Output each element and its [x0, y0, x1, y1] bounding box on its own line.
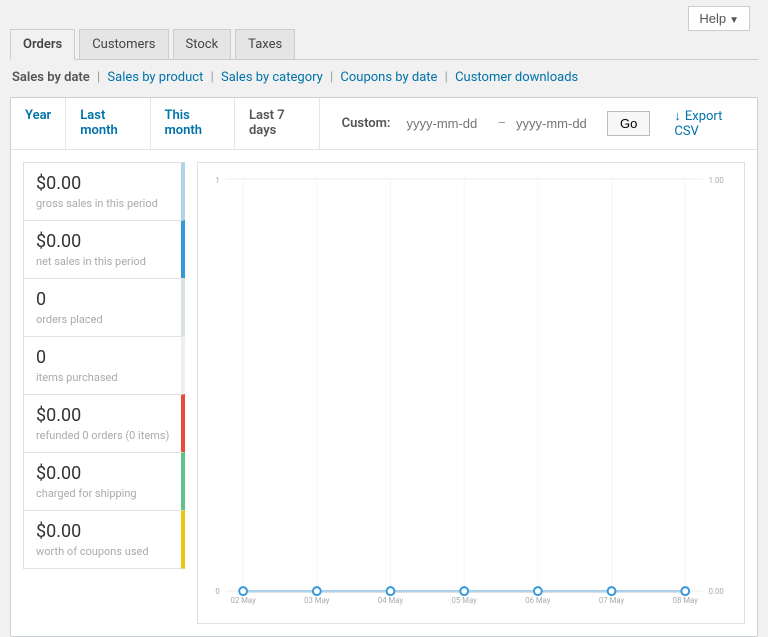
stat-value: 0 — [36, 347, 171, 368]
svg-text:04 May: 04 May — [378, 596, 404, 605]
divider: | — [327, 70, 337, 85]
svg-text:03 May: 03 May — [304, 596, 330, 605]
sub-tab-sales-by-category[interactable]: Sales by category — [221, 70, 323, 85]
main-tab-stock[interactable]: Stock — [173, 29, 232, 60]
stat-label: gross sales in this period — [36, 197, 171, 210]
main-tab-orders[interactable]: Orders — [10, 29, 75, 60]
svg-text:05 May: 05 May — [452, 596, 478, 605]
custom-range-group: Custom: – Go — [320, 98, 661, 149]
stat-value: $0.00 — [36, 463, 171, 484]
help-label: Help — [699, 11, 726, 26]
stat-card-2[interactable]: 0 orders placed — [23, 278, 185, 337]
report-panel: YearLast monthThis monthLast 7 days Cust… — [10, 97, 758, 637]
stat-value: $0.00 — [36, 405, 171, 426]
stat-card-6[interactable]: $0.00 worth of coupons used — [23, 510, 185, 569]
svg-text:0.00: 0.00 — [709, 587, 724, 596]
chart-container: 1 0 1.00 0.00 02 May 03 May 04 May 05 May 06 May… — [197, 162, 745, 624]
stat-card-3[interactable]: 0 items purchased — [23, 336, 185, 395]
sales-chart: 1 0 1.00 0.00 02 May 03 May 04 May 05 May 06 May… — [210, 175, 732, 611]
date-to-input[interactable] — [514, 112, 599, 135]
custom-label: Custom: — [330, 116, 397, 131]
date-from-input[interactable] — [404, 112, 489, 135]
sub-tab-sales-by-product[interactable]: Sales by product — [107, 70, 203, 85]
stat-card-0[interactable]: $0.00 gross sales in this period — [23, 162, 185, 221]
svg-text:0: 0 — [215, 587, 219, 596]
stat-label: refunded 0 orders (0 items) — [36, 429, 171, 442]
report-subnav: Sales by date | Sales by product | Sales… — [10, 60, 758, 97]
stat-value: $0.00 — [36, 173, 171, 194]
main-tab-taxes[interactable]: Taxes — [235, 29, 295, 60]
stat-label: net sales in this period — [36, 255, 171, 268]
go-button[interactable]: Go — [607, 111, 650, 136]
main-tabs: OrdersCustomersStockTaxes — [10, 29, 758, 60]
stat-label: items purchased — [36, 371, 171, 384]
divider: | — [207, 70, 217, 85]
stat-value: $0.00 — [36, 521, 171, 542]
stat-value: $0.00 — [36, 231, 171, 252]
help-button[interactable]: Help▼ — [688, 6, 750, 31]
range-tab-year[interactable]: Year — [11, 98, 66, 149]
range-tab-last-month[interactable]: Last month — [66, 98, 150, 149]
range-tab-last-7-days[interactable]: Last 7 days — [235, 98, 320, 149]
sub-tab-sales-by-date: Sales by date — [12, 70, 90, 85]
range-tab-this-month[interactable]: This month — [151, 98, 235, 149]
sub-tab-coupons-by-date[interactable]: Coupons by date — [340, 70, 437, 85]
svg-text:07 May: 07 May — [599, 596, 625, 605]
stat-card-5[interactable]: $0.00 charged for shipping — [23, 452, 185, 511]
divider: | — [441, 70, 451, 85]
svg-text:08 May: 08 May — [673, 596, 699, 605]
svg-text:02 May: 02 May — [230, 596, 256, 605]
chevron-down-icon: ▼ — [729, 15, 739, 26]
stat-label: orders placed — [36, 313, 171, 326]
divider: | — [94, 70, 104, 85]
stat-card-1[interactable]: $0.00 net sales in this period — [23, 220, 185, 279]
stat-card-4[interactable]: $0.00 refunded 0 orders (0 items) — [23, 394, 185, 453]
stat-value: 0 — [36, 289, 171, 310]
stat-label: worth of coupons used — [36, 545, 171, 558]
main-tab-customers[interactable]: Customers — [79, 29, 168, 60]
svg-text:1.00: 1.00 — [709, 176, 724, 185]
stats-sidebar: $0.00 gross sales in this period $0.00 net … — [23, 162, 185, 568]
svg-text:06 May: 06 May — [525, 596, 551, 605]
stat-label: charged for shipping — [36, 487, 171, 500]
export-label: Export CSV — [674, 109, 722, 139]
svg-text:1: 1 — [215, 176, 219, 185]
export-csv-link[interactable]: ↓Export CSV — [660, 98, 757, 149]
download-icon: ↓ — [674, 109, 681, 124]
date-range-bar: YearLast monthThis monthLast 7 days Cust… — [11, 98, 757, 150]
sub-tab-customer-downloads[interactable]: Customer downloads — [455, 70, 578, 85]
date-range-dash: – — [497, 116, 506, 131]
